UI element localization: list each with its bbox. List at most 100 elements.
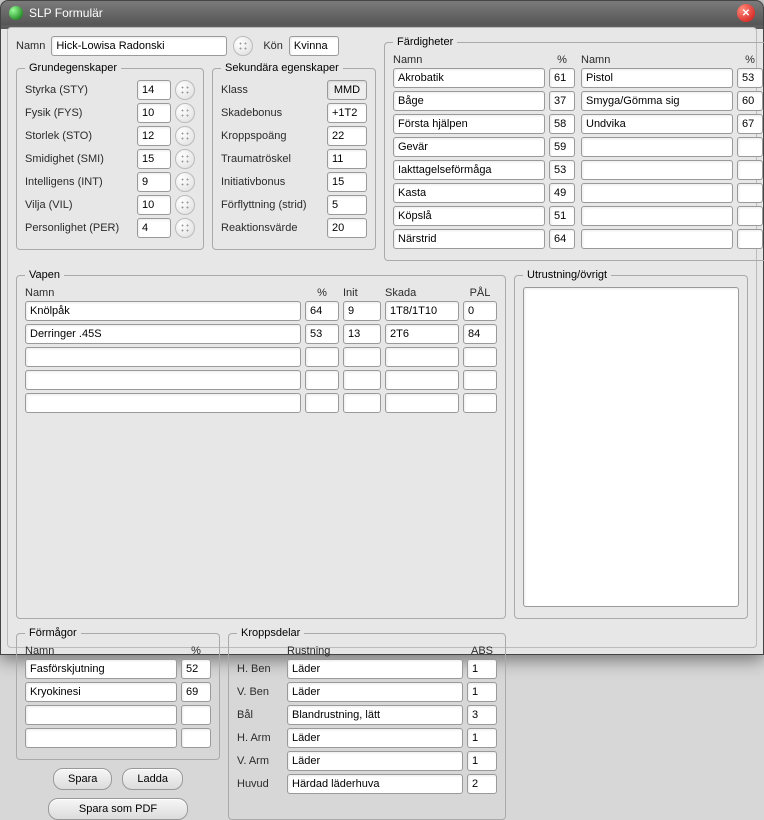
ability-name[interactable] [25,705,177,725]
bodypart-abs[interactable] [467,751,497,771]
weapon-name[interactable] [25,324,301,344]
skill-name[interactable] [581,91,733,111]
dice-icon[interactable] [175,195,195,215]
weapon-pct[interactable] [305,301,339,321]
dice-icon[interactable] [175,103,195,123]
skill-name[interactable] [581,206,733,226]
skill-name[interactable] [393,114,545,134]
weapon-pct[interactable] [305,370,339,390]
equip-text[interactable] [523,287,739,607]
weapon-dmg[interactable] [385,324,459,344]
weapon-pct[interactable] [305,393,339,413]
basic-value[interactable] [137,149,171,169]
weapon-pct[interactable] [305,347,339,367]
dice-icon[interactable] [233,36,253,56]
skill-pct[interactable] [737,229,763,249]
dice-icon[interactable] [175,172,195,192]
ability-pct[interactable] [181,682,211,702]
name-input[interactable] [51,36,227,56]
skill-pct[interactable] [737,91,763,111]
weapon-dmg[interactable] [385,393,459,413]
ability-name[interactable] [25,728,177,748]
weapon-name[interactable] [25,370,301,390]
skill-pct[interactable] [549,68,575,88]
skill-name[interactable] [581,183,733,203]
weapon-pal[interactable] [463,370,497,390]
ability-pct[interactable] [181,705,211,725]
secondary-value[interactable] [327,218,367,238]
weapon-dmg[interactable] [385,347,459,367]
weapon-name[interactable] [25,393,301,413]
bodypart-armor[interactable] [287,659,463,679]
skill-name[interactable] [393,91,545,111]
skill-pct[interactable] [737,160,763,180]
secondary-value[interactable] [327,103,367,123]
close-icon[interactable]: ✕ [737,4,755,22]
basic-value[interactable] [137,195,171,215]
bodypart-armor[interactable] [287,705,463,725]
bodypart-abs[interactable] [467,728,497,748]
bodypart-abs[interactable] [467,682,497,702]
skill-pct[interactable] [737,183,763,203]
weapon-name[interactable] [25,347,301,367]
basic-value[interactable] [137,103,171,123]
dice-icon[interactable] [175,218,195,238]
skill-name[interactable] [581,114,733,134]
weapon-init[interactable] [343,347,381,367]
weapon-dmg[interactable] [385,301,459,321]
skill-name[interactable] [581,137,733,157]
skill-pct[interactable] [549,160,575,180]
ability-name[interactable] [25,682,177,702]
skill-name[interactable] [393,68,545,88]
weapon-pal[interactable] [463,393,497,413]
ability-pct[interactable] [181,659,211,679]
secondary-value[interactable] [327,195,367,215]
ability-name[interactable] [25,659,177,679]
dice-icon[interactable] [175,80,195,100]
weapon-pct[interactable] [305,324,339,344]
dice-icon[interactable] [175,126,195,146]
bodypart-abs[interactable] [467,774,497,794]
dice-icon[interactable] [175,149,195,169]
skill-name[interactable] [581,160,733,180]
secondary-value[interactable] [327,149,367,169]
bodypart-armor[interactable] [287,774,463,794]
skill-pct[interactable] [549,183,575,203]
skill-name[interactable] [393,183,545,203]
bodypart-abs[interactable] [467,705,497,725]
gender-input[interactable] [289,36,339,56]
save-pdf-button[interactable]: Spara som PDF [48,798,188,820]
bodypart-abs[interactable] [467,659,497,679]
skill-pct[interactable] [549,206,575,226]
skill-name[interactable] [393,229,545,249]
skill-name[interactable] [393,206,545,226]
skill-name[interactable] [393,160,545,180]
weapon-pal[interactable] [463,324,497,344]
weapon-name[interactable] [25,301,301,321]
weapon-dmg[interactable] [385,370,459,390]
skill-pct[interactable] [549,137,575,157]
skill-pct[interactable] [549,91,575,111]
skill-name[interactable] [581,68,733,88]
skill-pct[interactable] [737,206,763,226]
secondary-value[interactable] [327,172,367,192]
bodypart-armor[interactable] [287,682,463,702]
skill-name[interactable] [581,229,733,249]
weapon-init[interactable] [343,301,381,321]
weapon-pal[interactable] [463,301,497,321]
bodypart-armor[interactable] [287,751,463,771]
basic-value[interactable] [137,172,171,192]
basic-value[interactable] [137,126,171,146]
basic-value[interactable] [137,218,171,238]
weapon-pal[interactable] [463,347,497,367]
weapon-init[interactable] [343,324,381,344]
skill-pct[interactable] [737,137,763,157]
load-button[interactable]: Ladda [122,768,183,790]
weapon-init[interactable] [343,370,381,390]
basic-value[interactable] [137,80,171,100]
skill-name[interactable] [393,137,545,157]
skill-pct[interactable] [737,68,763,88]
ability-pct[interactable] [181,728,211,748]
skill-pct[interactable] [737,114,763,134]
save-button[interactable]: Spara [53,768,112,790]
